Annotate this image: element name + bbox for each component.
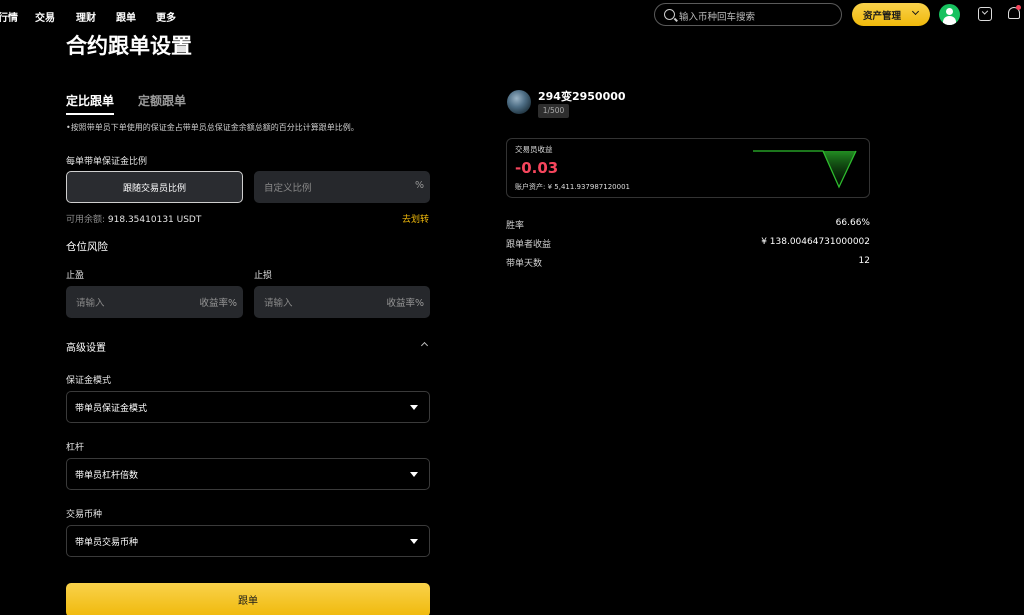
stop-loss-suffix: 收益率% — [386, 298, 424, 309]
trader-pnl-card: 交易员收益 -0.03 账户资产: ¥ 5,411.937987120001 — [506, 138, 870, 198]
available-label: 可用余额: — [66, 215, 106, 225]
margin-mode-select[interactable]: 带单员保证金模式 — [66, 391, 430, 423]
margin-mode-value: 带单员保证金模式 — [75, 404, 148, 414]
search-placeholder: 输入币种回车搜索 — [679, 12, 756, 23]
follower-profit-value: ¥ 138.00464731000002 — [761, 237, 870, 247]
custom-ratio-placeholder: 自定义比例 — [264, 183, 312, 194]
user-avatar[interactable] — [939, 4, 960, 25]
take-profit-input[interactable]: 请输入 收益率% — [66, 286, 243, 318]
trading-days-value: 12 — [858, 256, 870, 266]
tab-fixed-copy[interactable]: 定额跟单 — [138, 92, 186, 109]
nav-item-more[interactable]: 更多 — [156, 9, 176, 24]
leverage-value: 带单员杠杆倍数 — [75, 471, 139, 481]
ratio-description: •按照带单员下单使用的保证金占带单员总保证金余额总额的百分比计算跟单比例。 — [66, 123, 359, 132]
leverage-label: 杠杆 — [66, 443, 85, 453]
trader-pnl-label: 交易员收益 — [515, 145, 553, 154]
take-profit-placeholder: 请输入 — [76, 298, 105, 309]
asset-management-label: 资产管理 — [863, 11, 902, 22]
nav-item-trade[interactable]: 交易 — [35, 9, 55, 24]
take-profit-suffix: 收益率% — [199, 298, 237, 309]
nav-item-copytrade[interactable]: 跟单 — [116, 9, 136, 24]
leverage-select[interactable]: 带单员杠杆倍数 — [66, 458, 430, 490]
trading-coin-select[interactable]: 带单员交易币种 — [66, 525, 430, 557]
follower-profit-label: 跟单者收益 — [506, 240, 552, 250]
trader-avatar — [507, 90, 531, 114]
account-asset-text: 账户资产: ¥ 5,411.937987120001 — [515, 183, 630, 191]
dropdown-caret-icon — [410, 472, 418, 477]
take-profit-label: 止盈 — [66, 271, 85, 281]
trading-coin-label: 交易币种 — [66, 510, 103, 520]
advanced-settings-title[interactable]: 高级设置 — [66, 339, 106, 354]
nav-item-earn[interactable]: 理财 — [76, 9, 96, 24]
chevron-up-icon[interactable] — [420, 341, 429, 350]
stop-loss-placeholder: 请输入 — [264, 298, 293, 309]
trading-days-label: 带单天数 — [506, 259, 543, 269]
follow-trader-ratio-button[interactable]: 跟随交易员比例 — [66, 171, 243, 203]
page-title: 合约跟单设置 — [66, 34, 192, 58]
pnl-sparkline — [753, 150, 857, 189]
notification-dot — [1016, 5, 1021, 10]
win-rate-value: 66.66% — [835, 218, 870, 228]
tab-ratio-copy[interactable]: 定比跟单 — [66, 92, 115, 115]
transfer-link[interactable]: 去划转 — [402, 212, 429, 225]
follower-count-badge: 1/500 — [538, 104, 569, 118]
win-rate-label: 胜率 — [506, 221, 525, 231]
available-value: 918.35410131 USDT — [107, 215, 202, 225]
trading-coin-value: 带单员交易币种 — [75, 538, 139, 548]
download-icon[interactable] — [978, 7, 992, 21]
position-risk-title: 仓位风险 — [66, 241, 108, 253]
asset-management-button[interactable]: 资产管理 — [852, 3, 930, 26]
follow-button[interactable]: 跟单 — [66, 583, 430, 615]
stop-loss-label: 止损 — [254, 271, 273, 281]
search-input[interactable]: 输入币种回车搜索 — [654, 3, 842, 26]
margin-mode-label: 保证金模式 — [66, 376, 112, 386]
nav-item-market[interactable]: 行情 — [0, 9, 18, 24]
custom-ratio-input[interactable]: 自定义比例 % — [254, 171, 430, 203]
search-icon — [664, 9, 675, 20]
custom-ratio-suffix: % — [414, 180, 424, 191]
chevron-down-icon — [911, 7, 920, 16]
dropdown-caret-icon — [410, 539, 418, 544]
trader-pnl-value: -0.03 — [515, 159, 559, 177]
trader-name[interactable]: 294变2950000 — [538, 88, 626, 104]
dropdown-caret-icon — [410, 405, 418, 410]
ratio-label: 每单带单保证金比例 — [66, 157, 148, 167]
available-balance: 可用余额: 918.35410131 USDT — [66, 212, 201, 225]
stop-loss-input[interactable]: 请输入 收益率% — [254, 286, 430, 318]
